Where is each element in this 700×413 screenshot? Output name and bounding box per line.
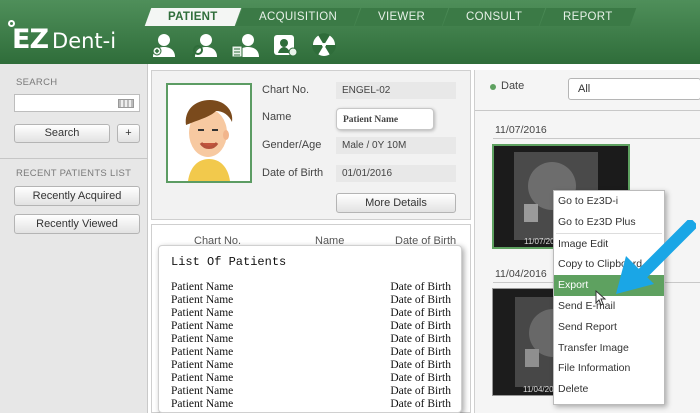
patient-settings-icon[interactable]	[268, 30, 302, 60]
patient-info-panel: Chart No. ENGEL-02 Name Patient Name Gen…	[151, 70, 471, 220]
search-section-title: SEARCH	[16, 77, 58, 88]
menu-file-information[interactable]: File Information	[554, 358, 664, 379]
app-header: EZ Dent-i PATIENT ACQUISITION VIEWER CONS…	[0, 0, 700, 64]
filter-divider	[475, 110, 700, 111]
menu-delete[interactable]: Delete	[554, 379, 664, 400]
chart-no-value: ENGEL-02	[336, 82, 456, 99]
popup-rows: Patient Name Date of Birth Patient Name Da…	[171, 281, 451, 411]
name-value: Patient Name	[336, 108, 434, 130]
popup-row[interactable]: Patient Name Date of Birth	[171, 398, 451, 411]
logo-dot	[8, 20, 15, 27]
dob-label: Date of Birth	[262, 167, 324, 179]
date-radio-icon[interactable]	[490, 84, 496, 90]
blue-arrow-icon	[616, 220, 696, 294]
tab-acquisition[interactable]: ACQUISITION	[235, 8, 360, 26]
tab-consult[interactable]: CONSULT	[442, 8, 546, 26]
patient-list-popup: List Of Patients Patient Name Date of Bir…	[158, 245, 462, 413]
search-input[interactable]	[14, 94, 140, 112]
main-tabs: PATIENT ACQUISITION VIEWER CONSULT REPOR…	[144, 8, 636, 26]
chart-no-label: Chart No.	[262, 84, 310, 96]
tab-report[interactable]: REPORT	[539, 8, 636, 26]
gender-age-label: Gender/Age	[262, 139, 322, 151]
dob-value: 01/01/2016	[336, 165, 456, 182]
popup-row[interactable]: Patient Name Date of Birth	[171, 281, 451, 294]
popup-row[interactable]: Patient Name Date of Birth	[171, 346, 451, 359]
thumb-caption-1: 11/07/20	[524, 237, 555, 246]
popup-title: List Of Patients	[171, 255, 287, 269]
left-sidebar: SEARCH Search + RECENT PATIENTS LIST Rec…	[0, 64, 148, 413]
popup-row[interactable]: Patient Name Date of Birth	[171, 359, 451, 372]
gender-age-value: Male / 0Y 10M	[336, 137, 456, 154]
popup-row[interactable]: Patient Name Date of Birth	[171, 333, 451, 346]
name-label: Name	[262, 111, 292, 123]
add-patient-icon[interactable]	[148, 30, 182, 60]
popup-row[interactable]: Patient Name Date of Birth	[171, 385, 451, 398]
patient-list-icon[interactable]	[228, 30, 262, 60]
recently-acquired-button[interactable]: Recently Acquired	[14, 186, 140, 206]
recently-viewed-button[interactable]: Recently Viewed	[14, 214, 140, 234]
logo-ez: EZ	[12, 24, 49, 55]
group-rule-1	[493, 138, 700, 139]
app-logo: EZ Dent-i	[8, 20, 117, 55]
popup-row[interactable]: Patient Name Date of Birth	[171, 307, 451, 320]
filter-select[interactable]: All	[568, 78, 700, 100]
tab-viewer[interactable]: VIEWER	[354, 8, 449, 26]
radiation-icon[interactable]	[308, 30, 342, 60]
patient-avatar-icon	[185, 100, 233, 181]
thumb-caption-2: 11/04/20	[523, 385, 554, 394]
patient-photo	[166, 83, 252, 183]
menu-transfer-image[interactable]: Transfer Image	[554, 338, 664, 359]
more-details-button[interactable]: More Details	[336, 193, 456, 213]
recent-section-title: RECENT PATIENTS LIST	[16, 168, 132, 179]
popup-row[interactable]: Patient Name Date of Birth	[171, 372, 451, 385]
tab-patient[interactable]: PATIENT	[144, 8, 241, 26]
popup-row[interactable]: Patient Name Date of Birth	[171, 320, 451, 333]
group-date-1: 11/07/2016	[495, 124, 547, 136]
popup-row[interactable]: Patient Name Date of Birth	[171, 294, 451, 307]
menu-send-report[interactable]: Send Report	[554, 317, 664, 338]
search-button[interactable]: Search	[14, 124, 110, 143]
keyboard-icon[interactable]	[118, 99, 134, 108]
group-date-2: 11/04/2016	[495, 268, 547, 280]
add-search-button[interactable]: +	[117, 124, 140, 143]
menu-go-to-ez3d-i[interactable]: Go to Ez3D-i	[554, 191, 664, 212]
logo-dent-i: Dent-i	[52, 29, 117, 53]
mouse-cursor-icon	[595, 290, 607, 306]
filter-label: Date	[501, 80, 525, 92]
search-patient-icon[interactable]	[188, 30, 222, 60]
patient-toolbar	[148, 30, 342, 60]
sidebar-divider	[0, 158, 148, 159]
